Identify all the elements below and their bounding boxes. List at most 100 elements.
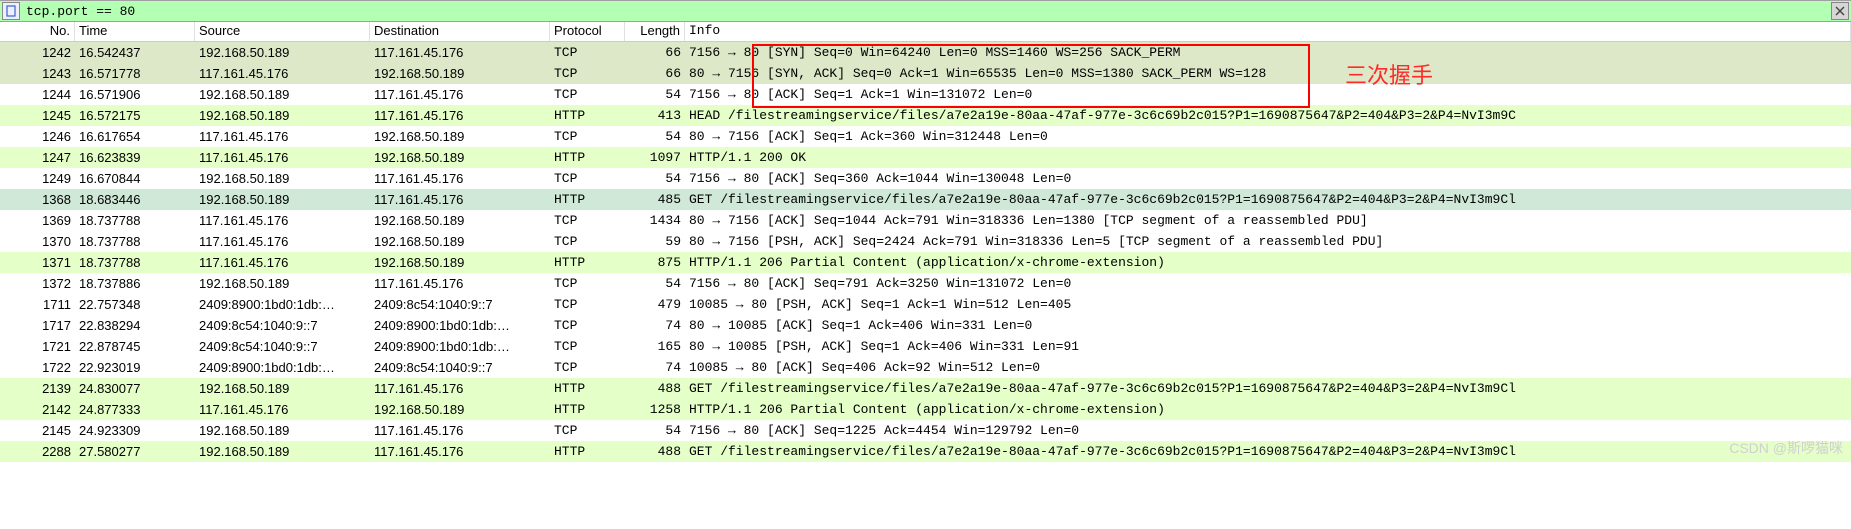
cell-info: 80 → 7156 [ACK] Seq=1044 Ack=791 Win=318… [685,212,1851,229]
cell-time: 22.878745 [75,338,195,355]
cell-src: 117.161.45.176 [195,65,370,82]
table-row[interactable]: 171722.8382942409:8c54:1040:9::72409:890… [0,315,1851,336]
table-row[interactable]: 172122.8787452409:8c54:1040:9::72409:890… [0,336,1851,357]
cell-time: 16.623839 [75,149,195,166]
cell-proto: TCP [550,128,625,145]
table-row[interactable]: 124716.623839117.161.45.176192.168.50.18… [0,147,1851,168]
table-row[interactable]: 228827.580277192.168.50.189117.161.45.17… [0,441,1851,462]
cell-len: 1097 [625,149,685,166]
table-row[interactable]: 171122.7573482409:8900:1bd0:1db:…2409:8c… [0,294,1851,315]
header-source[interactable]: Source [195,22,370,41]
table-row[interactable]: 214524.923309192.168.50.189117.161.45.17… [0,420,1851,441]
cell-info: 7156 → 80 [SYN] Seq=0 Win=64240 Len=0 MS… [685,44,1851,61]
cell-proto: TCP [550,170,625,187]
header-protocol[interactable]: Protocol [550,22,625,41]
cell-proto: TCP [550,296,625,313]
header-info[interactable]: Info [685,22,1851,41]
cell-proto: HTTP [550,380,625,397]
cell-len: 66 [625,44,685,61]
cell-len: 875 [625,254,685,271]
cell-info: 10085 → 80 [PSH, ACK] Seq=1 Ack=1 Win=51… [685,296,1851,313]
cell-src: 192.168.50.189 [195,86,370,103]
cell-info: 7156 → 80 [ACK] Seq=791 Ack=3250 Win=131… [685,275,1851,292]
cell-len: 74 [625,359,685,376]
cell-src: 117.161.45.176 [195,149,370,166]
cell-info: HTTP/1.1 206 Partial Content (applicatio… [685,401,1851,418]
header-time[interactable]: Time [75,22,195,41]
cell-time: 18.737886 [75,275,195,292]
cell-info: 80 → 7156 [PSH, ACK] Seq=2424 Ack=791 Wi… [685,233,1851,250]
cell-time: 18.683446 [75,191,195,208]
table-row[interactable]: 214224.877333117.161.45.176192.168.50.18… [0,399,1851,420]
cell-no: 1369 [0,212,75,229]
cell-time: 22.838294 [75,317,195,334]
cell-time: 27.580277 [75,443,195,460]
cell-proto: TCP [550,317,625,334]
cell-src: 117.161.45.176 [195,128,370,145]
display-filter-input[interactable] [22,1,1831,21]
cell-proto: TCP [550,338,625,355]
column-headers[interactable]: No. Time Source Destination Protocol Len… [0,22,1851,42]
cell-no: 1721 [0,338,75,355]
cell-dst: 192.168.50.189 [370,401,550,418]
table-row[interactable]: 124316.571778117.161.45.176192.168.50.18… [0,63,1851,84]
cell-len: 1434 [625,212,685,229]
table-row[interactable]: 137118.737788117.161.45.176192.168.50.18… [0,252,1851,273]
cell-no: 1246 [0,128,75,145]
cell-len: 488 [625,443,685,460]
cell-time: 18.737788 [75,233,195,250]
cell-dst: 192.168.50.189 [370,212,550,229]
cell-no: 1249 [0,170,75,187]
bookmark-filter-icon[interactable] [2,2,20,20]
cell-time: 16.617654 [75,128,195,145]
cell-no: 1711 [0,296,75,313]
table-row[interactable]: 124916.670844192.168.50.189117.161.45.17… [0,168,1851,189]
cell-proto: HTTP [550,191,625,208]
cell-dst: 192.168.50.189 [370,65,550,82]
table-row[interactable]: 172222.9230192409:8900:1bd0:1db:…2409:8c… [0,357,1851,378]
packet-rows: 124216.542437192.168.50.189117.161.45.17… [0,42,1851,462]
cell-time: 24.877333 [75,401,195,418]
cell-proto: TCP [550,212,625,229]
cell-info: 80 → 10085 [PSH, ACK] Seq=1 Ack=406 Win=… [685,338,1851,355]
cell-proto: HTTP [550,443,625,460]
table-row[interactable]: 136918.737788117.161.45.176192.168.50.18… [0,210,1851,231]
cell-info: 7156 → 80 [ACK] Seq=1225 Ack=4454 Win=12… [685,422,1851,439]
table-row[interactable]: 136818.683446192.168.50.189117.161.45.17… [0,189,1851,210]
cell-dst: 2409:8900:1bd0:1db:… [370,317,550,334]
cell-src: 117.161.45.176 [195,212,370,229]
cell-no: 1245 [0,107,75,124]
cell-src: 192.168.50.189 [195,275,370,292]
cell-dst: 117.161.45.176 [370,170,550,187]
filter-close-button[interactable] [1831,2,1849,20]
cell-proto: TCP [550,275,625,292]
header-destination[interactable]: Destination [370,22,550,41]
cell-info: HTTP/1.1 200 OK [685,149,1851,166]
cell-dst: 117.161.45.176 [370,107,550,124]
cell-dst: 117.161.45.176 [370,86,550,103]
table-row[interactable]: 124416.571906192.168.50.189117.161.45.17… [0,84,1851,105]
cell-src: 192.168.50.189 [195,44,370,61]
cell-proto: TCP [550,44,625,61]
table-row[interactable]: 137018.737788117.161.45.176192.168.50.18… [0,231,1851,252]
cell-time: 16.571906 [75,86,195,103]
table-row[interactable]: 213924.830077192.168.50.189117.161.45.17… [0,378,1851,399]
table-row[interactable]: 124216.542437192.168.50.189117.161.45.17… [0,42,1851,63]
cell-len: 488 [625,380,685,397]
cell-len: 479 [625,296,685,313]
header-no[interactable]: No. [0,22,75,41]
cell-proto: TCP [550,359,625,376]
header-length[interactable]: Length [625,22,685,41]
cell-time: 16.542437 [75,44,195,61]
cell-dst: 117.161.45.176 [370,191,550,208]
cell-proto: TCP [550,86,625,103]
cell-proto: HTTP [550,401,625,418]
table-row[interactable]: 124616.617654117.161.45.176192.168.50.18… [0,126,1851,147]
table-row[interactable]: 137218.737886192.168.50.189117.161.45.17… [0,273,1851,294]
cell-info: 7156 → 80 [ACK] Seq=360 Ack=1044 Win=130… [685,170,1851,187]
table-row[interactable]: 124516.572175192.168.50.189117.161.45.17… [0,105,1851,126]
cell-info: 80 → 7156 [SYN, ACK] Seq=0 Ack=1 Win=655… [685,65,1851,82]
cell-len: 485 [625,191,685,208]
cell-no: 1717 [0,317,75,334]
cell-src: 192.168.50.189 [195,422,370,439]
